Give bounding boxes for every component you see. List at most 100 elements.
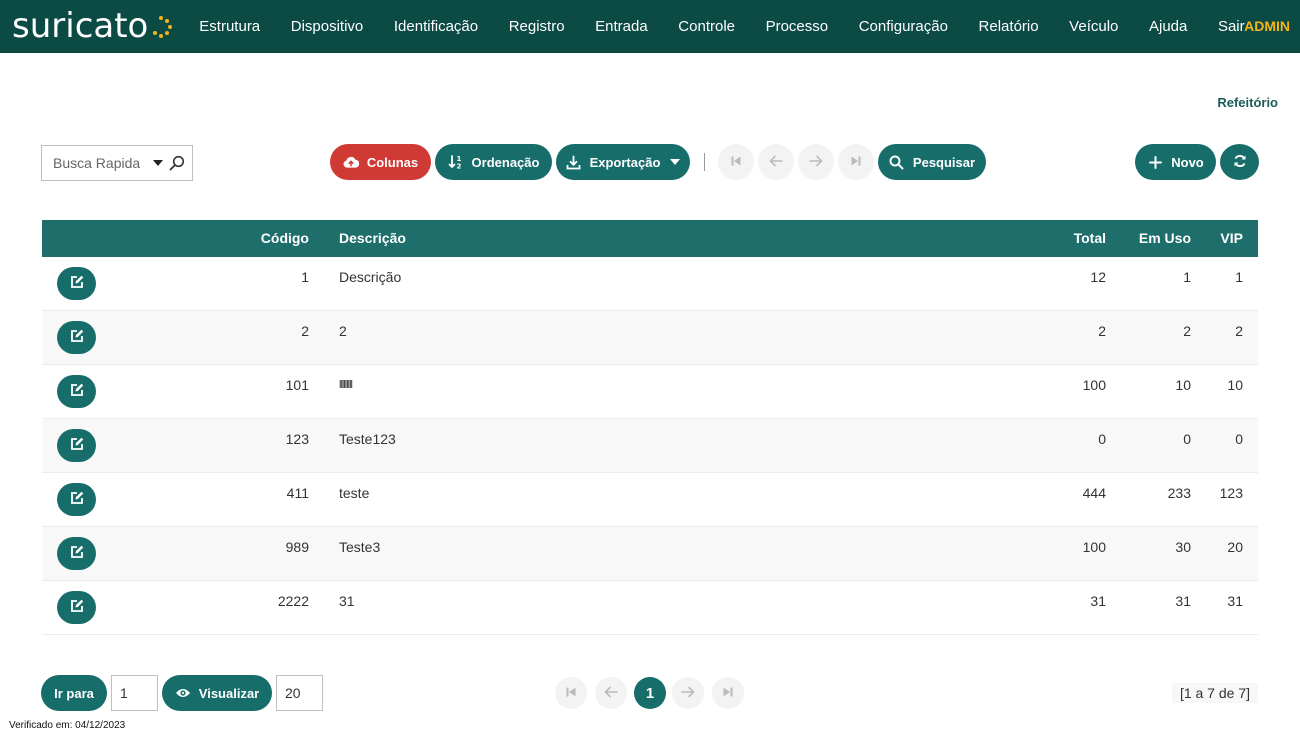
cell-description: 2 [339,323,347,339]
current-page-button[interactable]: 1 [634,677,666,709]
table-row: 1 Descrição 12 1 1 [42,257,1258,311]
cell-code: 123 [285,431,309,447]
edit-icon [70,437,84,454]
cell-total: 444 [1082,485,1106,501]
cell-code: 411 [286,485,309,501]
first-page-button[interactable] [718,144,754,180]
header-in-use[interactable]: Em Uso [1139,220,1191,257]
search-button[interactable]: Pesquisar [878,144,986,180]
sort-numeric-icon: 12 [448,154,464,170]
search-button-label: Pesquisar [912,154,976,170]
goto-page-button[interactable]: Ir para [41,675,107,711]
header-description[interactable]: Descrição [339,220,406,257]
nav-item-registro[interactable]: Registro [493,0,579,53]
last-page-icon [850,154,862,170]
cloud-upload-icon [343,154,359,170]
cell-description: Descrição [339,269,402,285]
table-row: 989 Teste3 100 30 20 [42,527,1258,581]
cell-total: 100 [1082,539,1106,555]
edit-button[interactable] [57,591,96,624]
cell-in-use: 2 [1183,323,1191,339]
goto-page-input[interactable] [111,675,158,711]
cell-vip: 31 [1227,593,1243,609]
cell-in-use: 10 [1175,377,1191,393]
quick-search-input[interactable] [53,155,151,171]
search-icon[interactable] [169,155,185,171]
edit-button[interactable] [57,537,96,570]
last-page-icon [722,685,734,701]
cell-description: lllllllll [339,379,353,391]
cell-code: 2 [301,323,309,339]
cell-total: 0 [1098,431,1106,447]
cell-vip: 2 [1235,323,1243,339]
columns-button[interactable]: Colunas [330,144,431,180]
cell-vip: 123 [1219,485,1243,501]
footer-first-page-button[interactable] [555,677,587,709]
cell-in-use: 1 [1183,269,1191,285]
edit-icon [70,491,84,508]
refresh-button[interactable] [1220,144,1259,180]
cell-vip: 0 [1235,431,1243,447]
nav-item-entrada[interactable]: Entrada [580,0,663,53]
edit-button[interactable] [57,321,96,354]
nav-item-configuracao[interactable]: Configuração [843,0,963,53]
edit-icon [70,329,84,346]
next-page-button[interactable] [798,144,834,180]
export-button[interactable]: Exportação [556,144,690,180]
table-row: 101 lllllllll 100 10 10 [42,365,1258,419]
edit-button[interactable] [57,267,96,300]
cell-vip: 1 [1235,269,1243,285]
eye-icon [175,685,191,701]
nav-item-processo[interactable]: Processo [750,0,843,53]
cell-vip: 20 [1227,539,1243,555]
edit-icon [70,275,84,292]
cell-code: 101 [285,377,309,393]
caret-down-icon[interactable] [153,160,163,166]
footer-next-page-button[interactable] [672,677,704,709]
cell-total: 12 [1090,269,1106,285]
edit-icon [70,383,84,400]
nav-item-dispositivo[interactable]: Dispositivo [275,0,378,53]
nav-item-estrutura[interactable]: Estrutura [184,0,275,53]
edit-button[interactable] [57,483,96,516]
arrow-right-icon [681,685,695,701]
prev-page-button[interactable] [758,144,794,180]
cell-code: 2222 [277,593,309,609]
record-count: [1 a 7 de 7] [1171,683,1258,703]
user-name[interactable]: ADMIN [1244,0,1290,53]
header-code[interactable]: Código [261,220,309,257]
last-page-button[interactable] [838,144,874,180]
nav-menu: Estrutura Dispositivo Identificação Regi… [184,0,1260,53]
header-vip[interactable]: VIP [1220,220,1243,257]
nav-item-identificacao[interactable]: Identificação [379,0,494,53]
footer-prev-page-button[interactable] [595,677,627,709]
nav-item-ajuda[interactable]: Ajuda [1134,0,1203,53]
top-navbar: suricato Estrutura Dispositivo Identific… [0,0,1300,53]
order-button[interactable]: 12 Ordenação [435,144,552,180]
new-button-label: Novo [1171,154,1204,170]
cell-vip: 10 [1227,377,1243,393]
cell-description: teste [339,485,370,501]
order-button-label: Ordenação [471,154,540,170]
table-row: 2222 31 31 31 31 [42,581,1258,635]
logo-dots-icon [150,16,173,38]
export-button-label: Exportação [589,154,661,170]
view-button[interactable]: Visualizar [162,675,272,711]
nav-item-relatorio[interactable]: Relatório [963,0,1054,53]
new-button[interactable]: Novo [1135,144,1216,180]
quick-search-box [41,145,193,181]
footer-last-page-button[interactable] [712,677,744,709]
logo[interactable]: suricato [12,6,173,46]
plus-icon [1147,154,1163,170]
edit-button[interactable] [57,375,96,408]
first-page-icon [565,685,577,701]
nav-item-veiculo[interactable]: Veículo [1054,0,1134,53]
logo-text: suricato [12,6,149,46]
edit-button[interactable] [57,429,96,462]
page-size-input[interactable] [276,675,323,711]
nav-item-controle[interactable]: Controle [663,0,750,53]
arrow-left-icon [604,685,618,701]
edit-icon [70,545,84,562]
first-page-icon [730,154,742,170]
header-total[interactable]: Total [1074,220,1106,257]
